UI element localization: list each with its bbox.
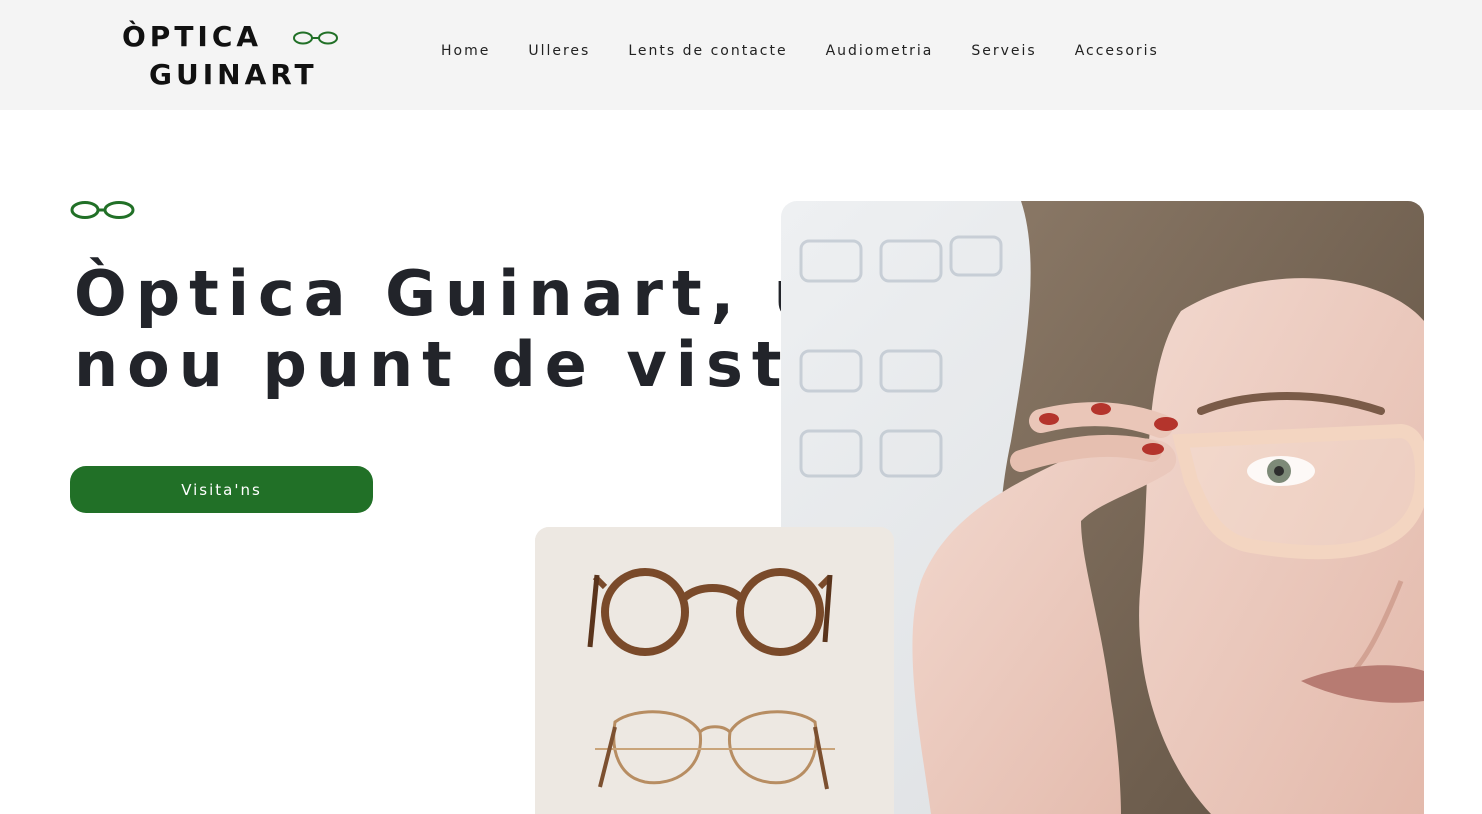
visit-us-button[interactable]: Visita'ns <box>70 466 373 513</box>
logo-line-2: GUINART <box>149 58 318 91</box>
glasses-icon <box>293 31 338 45</box>
nav-audiometria[interactable]: Audiometria <box>826 43 934 59</box>
site-logo[interactable]: ÒPTICA GUINART <box>122 20 352 92</box>
glasses-photo-illustration <box>535 527 894 814</box>
site-header: ÒPTICA GUINART Home Ulleres Lents de con… <box>0 0 1482 110</box>
logo-line-1: ÒPTICA <box>122 20 263 53</box>
nav-ulleres[interactable]: Ulleres <box>528 43 590 59</box>
glasses-icon <box>70 201 135 219</box>
hero-title-line-1: Òptica Guinart, un <box>74 257 881 330</box>
two-pairs-of-glasses-photo <box>535 527 894 814</box>
nav-serveis[interactable]: Serveis <box>971 43 1036 59</box>
nav-lents-de-contacte[interactable]: Lents de contacte <box>628 43 787 59</box>
nav-accesoris[interactable]: Accesoris <box>1075 43 1159 59</box>
main-nav: Home Ulleres Lents de contacte Audiometr… <box>441 40 1159 62</box>
nav-home[interactable]: Home <box>441 43 490 59</box>
hero-title-line-2: nou punt de vista <box>74 328 842 401</box>
